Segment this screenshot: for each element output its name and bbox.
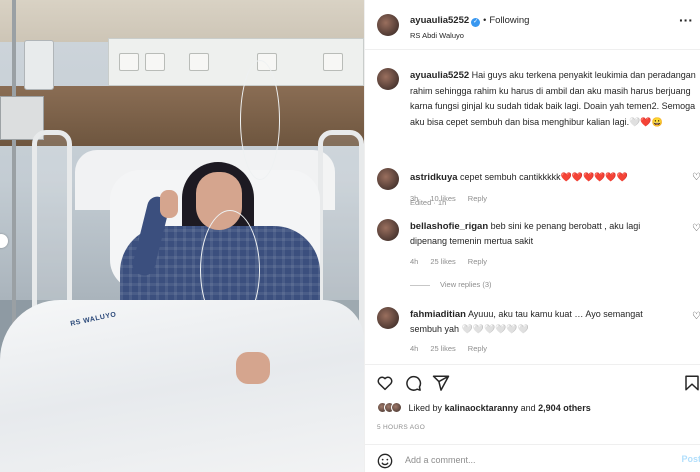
view-replies-button[interactable]: View replies (3) (410, 280, 492, 289)
comment-username[interactable]: astridkuya (410, 172, 458, 183)
comment-username[interactable]: fahmiaditian (410, 309, 466, 320)
add-comment-bar: Post (365, 444, 700, 472)
comment-input[interactable] (405, 451, 665, 469)
avatar (391, 402, 402, 413)
post-photo[interactable]: RS WALUYO (0, 0, 364, 472)
liked-by-prefix: Liked by (408, 403, 443, 413)
comment-likes[interactable]: 25 likes (430, 257, 455, 266)
post-side-panel: ayuaulia5252 ✓ • Following RS Abdi Waluyo ·… (364, 0, 700, 472)
photo-tube (240, 60, 280, 180)
username-link[interactable]: ayuaulia5252 (410, 15, 469, 26)
comment-text: bellashofie_rigan beb sini ke penang ber… (410, 219, 675, 249)
heart-icon[interactable]: ♡ (692, 223, 700, 234)
photo-socket (119, 53, 139, 71)
post-header-user: ayuaulia5252 ✓ • Following (410, 15, 529, 27)
photo-socket (189, 53, 209, 71)
photo-socket (323, 53, 343, 71)
separator: • (483, 15, 487, 25)
location-link[interactable]: RS Abdi Waluyo (410, 31, 464, 40)
liked-by-user-link[interactable]: kalinaocktaranny (445, 403, 519, 413)
avatar[interactable] (377, 168, 399, 190)
comment-meta: 4h 25 likes Reply (410, 344, 499, 353)
comment-time: 4h (410, 257, 419, 266)
photo-wall-panel (108, 38, 364, 86)
photo-iv-pole (12, 0, 16, 330)
post-button[interactable]: Post (681, 454, 700, 464)
following-button[interactable]: Following (489, 15, 529, 26)
comment-likes[interactable]: 10 likes (430, 194, 455, 203)
heart-icon[interactable]: ♡ (692, 172, 700, 183)
caption-username[interactable]: ayuaulia5252 (410, 70, 469, 81)
comment-time: 4h (410, 344, 419, 353)
liked-by: Liked by kalinaocktaranny and 2,904 othe… (377, 402, 591, 413)
more-options-icon[interactable]: ··· (679, 12, 693, 28)
comment-body: cepet sembuh cantikkkkk❤️❤️❤️❤️❤️❤️ (460, 172, 628, 182)
likes-count-link[interactable]: 2,904 others (538, 403, 591, 413)
photo-socket (145, 53, 165, 71)
reply-button[interactable]: Reply (468, 257, 487, 266)
avatar[interactable] (377, 14, 399, 36)
photo-blanket (0, 300, 364, 472)
photo-hand (236, 352, 270, 384)
verified-badge-icon: ✓ (471, 18, 481, 27)
view-replies-line (410, 284, 430, 286)
comment-text: fahmiaditian Ayuuu, aku tau kamu kuat … … (410, 307, 675, 337)
comment-time: 3h (410, 194, 419, 203)
post-actions (365, 364, 700, 400)
comment-icon[interactable] (404, 374, 422, 392)
bookmark-icon[interactable] (683, 374, 700, 392)
photo-ceiling (0, 0, 364, 42)
comment-likes[interactable]: 25 likes (430, 344, 455, 353)
reply-button[interactable]: Reply (468, 194, 487, 203)
caption-text: ayuaulia5252 Hai guys aku terkena penyak… (410, 68, 700, 130)
avatar[interactable] (377, 68, 399, 90)
avatar[interactable] (377, 219, 399, 241)
photo-iv-bag (24, 40, 54, 90)
avatar[interactable] (377, 307, 399, 329)
heart-icon[interactable] (376, 374, 394, 392)
post-time[interactable]: 5 HOURS AGO (377, 424, 425, 431)
post-header: ayuaulia5252 ✓ • Following RS Abdi Waluyo ·… (365, 0, 700, 50)
comment-meta: 3h 10 likes Reply (410, 194, 499, 203)
reply-button[interactable]: Reply (468, 344, 487, 353)
comment-text: astridkuya cepet sembuh cantikkkkk❤️❤️❤️… (410, 170, 675, 185)
view-replies-label: View replies (3) (440, 280, 492, 289)
comment-username[interactable]: bellashofie_rigan (410, 221, 488, 232)
heart-icon[interactable]: ♡ (692, 311, 700, 322)
photo-hand-peace (160, 190, 178, 218)
comment-meta: 4h 25 likes Reply (410, 257, 499, 266)
share-icon[interactable] (432, 374, 450, 392)
liked-by-and: and (520, 403, 536, 413)
emoji-icon[interactable] (377, 453, 393, 469)
